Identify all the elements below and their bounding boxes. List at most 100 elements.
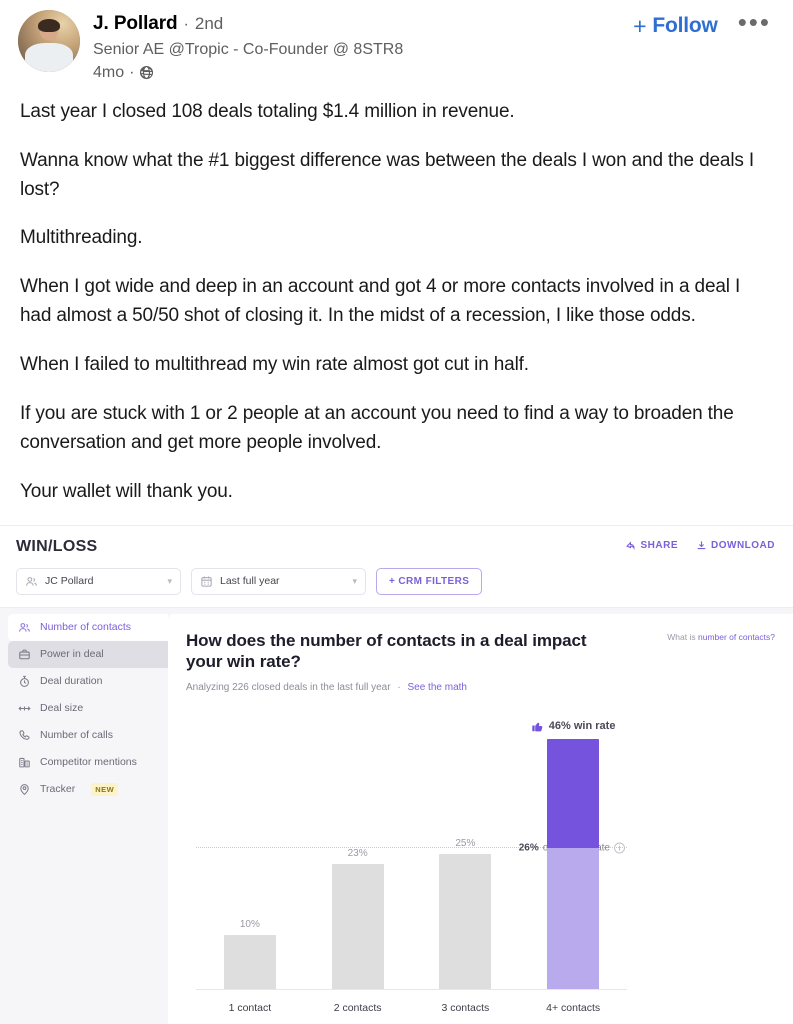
- chevron-down-icon: ▾: [352, 575, 357, 586]
- bar-column[interactable]: 25%: [412, 717, 520, 990]
- post-paragraph: When I failed to multithread my win rate…: [20, 354, 529, 376]
- bar-value-label: 25%: [455, 837, 476, 849]
- dashboard-actions: SHARE DOWNLOAD: [625, 540, 775, 551]
- bar-chart: 26% overall win rate i 10% 23%: [186, 699, 775, 1024]
- chart-header: How does the number of contacts in a dea…: [186, 630, 775, 694]
- sidebar-label: Competitor mentions: [40, 756, 137, 769]
- calendar-icon: [200, 575, 213, 588]
- arrows-horizontal-icon: [18, 702, 31, 715]
- sidebar-label: Number of calls: [40, 729, 113, 742]
- buildings-icon: [18, 756, 31, 769]
- sidebar-label: Tracker: [40, 783, 76, 796]
- embedded-dashboard: WIN/LOSS SHARE DOWNLOAD JC Pollard ▾ Las…: [0, 524, 793, 1024]
- author-name[interactable]: J. Pollard: [93, 13, 178, 36]
- sidebar-label: Deal size: [40, 702, 84, 715]
- phone-icon: [18, 729, 31, 742]
- x-tick-label: 2 contacts: [333, 1002, 382, 1014]
- linkedin-post: J. Pollard · 2nd Senior AE @Tropic - Co-…: [0, 0, 793, 1024]
- filter-bar: JC Pollard ▾ Last full year ▾ + CRM FILT…: [16, 567, 777, 595]
- bar-column[interactable]: 10%: [196, 717, 304, 990]
- x-tick-label: 4+ contacts: [546, 1002, 601, 1014]
- post-paragraph: Multithreading.: [20, 227, 143, 249]
- new-badge: NEW: [91, 782, 119, 796]
- sidebar-label: Number of contacts: [40, 621, 132, 634]
- date-filter-value: Last full year: [220, 575, 280, 588]
- bar-value-label: 23%: [347, 848, 368, 860]
- dashboard-content: Number of contacts Power in deal Deal du…: [0, 607, 793, 1024]
- highlight-badge-text: 46% win rate: [548, 720, 616, 733]
- sidebar-item-deal-size[interactable]: Deal size: [8, 695, 168, 722]
- download-label: DOWNLOAD: [711, 539, 775, 551]
- date-filter[interactable]: Last full year ▾: [191, 567, 366, 595]
- x-tick-label: 1 contact: [228, 1002, 272, 1014]
- person-filter[interactable]: JC Pollard ▾: [16, 567, 181, 595]
- highlight-badge: 46% win rate: [531, 720, 616, 733]
- chevron-down-icon: ▾: [167, 575, 172, 586]
- dashboard-toolbar: WIN/LOSS SHARE DOWNLOAD JC Pollard ▾ Las…: [0, 525, 793, 608]
- bar[interactable]: [439, 853, 492, 990]
- what-is-prefix: What is: [667, 631, 698, 642]
- sidebar-item-power-in-deal[interactable]: Power in deal: [8, 640, 168, 668]
- briefcase-icon: [18, 648, 31, 661]
- download-button[interactable]: DOWNLOAD: [696, 540, 775, 551]
- post-paragraph: Last year I closed 108 deals totaling $1…: [20, 100, 515, 122]
- chart-question: How does the number of contacts in a dea…: [186, 630, 587, 672]
- chart-panel: How does the number of contacts in a dea…: [168, 613, 793, 1024]
- person-filter-value: JC Pollard: [45, 575, 94, 588]
- sidebar-item-number-of-calls[interactable]: Number of calls: [8, 722, 168, 749]
- post-body: Last year I closed 108 deals totaling $1…: [0, 86, 793, 507]
- sidebar-item-deal-duration[interactable]: Deal duration: [8, 668, 168, 695]
- bar-group: 10% 23% 25% 46% win rate: [196, 717, 627, 990]
- avatar-hair: [37, 18, 61, 33]
- bar[interactable]: [547, 738, 600, 990]
- share-icon: [625, 540, 636, 551]
- more-options-button[interactable]: •••: [736, 9, 773, 36]
- thumbs-up-icon: [531, 720, 544, 733]
- post-timestamp: 4mo: [93, 63, 125, 81]
- sidebar-item-tracker[interactable]: Tracker NEW: [8, 776, 168, 803]
- what-is-metric-link[interactable]: What is number of contacts?: [667, 632, 775, 642]
- bar-column[interactable]: 46% win rate: [519, 717, 627, 990]
- x-tick-label: 3 contacts: [441, 1002, 490, 1014]
- bar-column[interactable]: 23%: [304, 717, 412, 990]
- bar[interactable]: [331, 864, 384, 990]
- share-button[interactable]: SHARE: [625, 540, 678, 551]
- chart-subtext: Analyzing 226 closed deals in the last f…: [186, 682, 775, 693]
- avatar-shirt: [25, 43, 73, 72]
- sidebar-label: Power in deal: [40, 648, 104, 661]
- post-paragraph: When I got wide and deep in an account a…: [20, 276, 741, 327]
- author-headline: Senior AE @Tropic - Co-Founder @ 8STR8: [93, 40, 404, 58]
- post-header: J. Pollard · 2nd Senior AE @Tropic - Co-…: [0, 0, 793, 86]
- follow-button[interactable]: + Follow: [633, 14, 718, 38]
- globe-icon: [139, 65, 154, 80]
- name-separator: ·: [183, 16, 189, 33]
- location-pin-icon: [18, 783, 31, 796]
- post-header-actions: + Follow •••: [633, 9, 773, 38]
- bar-value-label: 10%: [239, 919, 260, 931]
- meta-separator: ·: [129, 63, 135, 81]
- see-the-math-link[interactable]: See the math: [407, 682, 466, 693]
- sidebar-item-competitor-mentions[interactable]: Competitor mentions: [8, 749, 168, 776]
- avatar[interactable]: [18, 10, 80, 72]
- post-meta: 4mo ·: [93, 64, 775, 82]
- bar[interactable]: [223, 935, 276, 990]
- what-is-metric-name: number of contacts?: [697, 631, 775, 642]
- sidebar-item-number-of-contacts[interactable]: Number of contacts: [8, 613, 168, 641]
- stopwatch-icon: [18, 675, 31, 688]
- sidebar-label: Deal duration: [40, 675, 103, 688]
- people-icon: [25, 575, 38, 588]
- people-icon: [18, 621, 31, 634]
- dashboard-sidebar: Number of contacts Power in deal Deal du…: [0, 607, 168, 1024]
- follow-plus-icon: +: [633, 12, 647, 39]
- bar-above-reference: [547, 738, 600, 849]
- follow-label: Follow: [652, 14, 718, 37]
- post-paragraph: Your wallet will thank you.: [20, 480, 233, 502]
- crm-filters-button[interactable]: + CRM FILTERS: [376, 567, 483, 595]
- chart-subtext-separator: ·: [397, 682, 401, 694]
- x-axis-labels: 1 contact 2 contacts 3 contacts 4+ conta…: [196, 1002, 627, 1014]
- share-label: SHARE: [640, 539, 678, 551]
- x-axis-line: [196, 989, 627, 990]
- chart-subtext-analysis: Analyzing 226 closed deals in the last f…: [186, 682, 391, 694]
- post-paragraph: Wanna know what the #1 biggest differenc…: [20, 149, 755, 200]
- post-paragraph: If you are stuck with 1 or 2 people at a…: [20, 402, 734, 453]
